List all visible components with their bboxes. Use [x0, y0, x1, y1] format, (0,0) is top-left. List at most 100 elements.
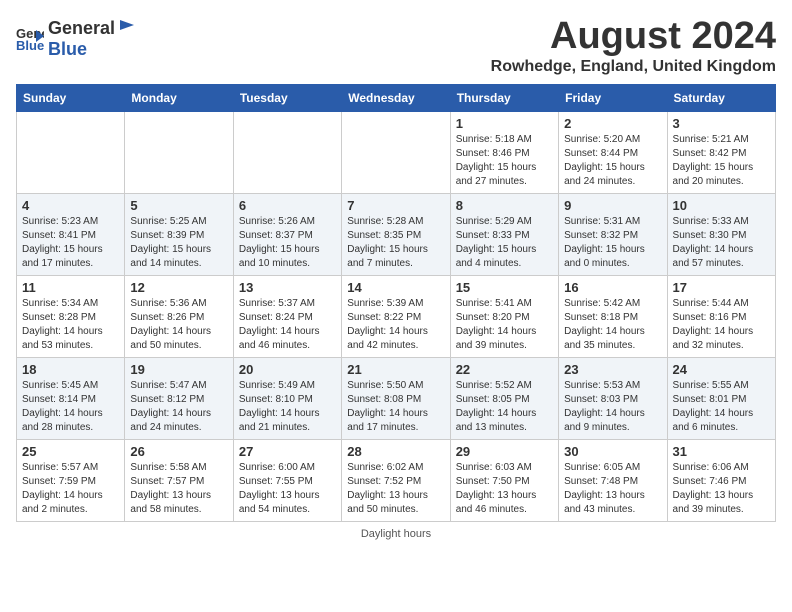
calendar-cell: 24 Sunrise: 5:55 AM Sunset: 8:01 PM Dayli…	[667, 357, 775, 439]
calendar-cell: 23 Sunrise: 5:53 AM Sunset: 8:03 PM Dayli…	[559, 357, 667, 439]
day-of-week-header: Friday	[559, 84, 667, 111]
logo-blue-text: Blue	[48, 39, 87, 59]
day-number: 11	[22, 280, 119, 295]
calendar-cell: 1 Sunrise: 5:18 AM Sunset: 8:46 PM Daylig…	[450, 111, 558, 193]
logo-icon: General Blue	[16, 24, 44, 52]
title-area: August 2024 Rowhedge, England, United Ki…	[491, 16, 776, 76]
day-number: 23	[564, 362, 661, 377]
location-title: Rowhedge, England, United Kingdom	[491, 58, 776, 76]
calendar-cell: 29Sunrise: 6:03 AM Sunset: 7:50 PM Dayli…	[450, 439, 558, 521]
day-info: Sunrise: 5:58 AM Sunset: 7:57 PM Dayligh…	[130, 461, 227, 517]
day-of-week-header: Monday	[125, 84, 233, 111]
day-number: 17	[673, 280, 770, 295]
day-number: 26	[130, 444, 227, 459]
svg-text:Blue: Blue	[16, 38, 44, 52]
day-info: Sunrise: 6:00 AM Sunset: 7:55 PM Dayligh…	[239, 461, 336, 517]
day-number: 6	[239, 198, 336, 213]
day-number: 27	[239, 444, 336, 459]
day-info: Sunrise: 5:47 AM Sunset: 8:12 PM Dayligh…	[130, 379, 227, 435]
calendar-week-row: 25 Sunrise: 5:57 AM Sunset: 7:59 PM Dayli…	[17, 439, 776, 521]
day-info: Sunrise: 5:52 AM Sunset: 8:05 PM Dayligh…	[456, 379, 553, 435]
day-info: Sunrise: 5:21 AM Sunset: 8:42 PM Dayligh…	[673, 133, 770, 189]
footer-note: Daylight hours	[16, 528, 776, 540]
logo: General Blue General Blue	[16, 16, 135, 60]
calendar-week-row: 1 Sunrise: 5:18 AM Sunset: 8:46 PM Daylig…	[17, 111, 776, 193]
calendar-cell: 30 Sunrise: 6:05 AM Sunset: 7:48 PM Dayli…	[559, 439, 667, 521]
calendar-cell: 17 Sunrise: 5:44 AM Sunset: 8:16 PM Dayli…	[667, 275, 775, 357]
day-number: 3	[673, 116, 770, 131]
calendar-table: SundayMondayTuesdayWednesdayThursdayFrid…	[16, 84, 776, 522]
calendar-cell: 12 Sunrise: 5:36 AM Sunset: 8:26 PM Dayli…	[125, 275, 233, 357]
day-number: 24	[673, 362, 770, 377]
day-of-week-header: Thursday	[450, 84, 558, 111]
calendar-cell: 6 Sunrise: 5:26 AM Sunset: 8:37 PM Daylig…	[233, 193, 341, 275]
logo-triangle-icon	[116, 16, 134, 34]
calendar-cell: 8 Sunrise: 5:29 AM Sunset: 8:33 PM Daylig…	[450, 193, 558, 275]
calendar-week-row: 18Sunrise: 5:45 AM Sunset: 8:14 PM Dayli…	[17, 357, 776, 439]
calendar-cell: 3 Sunrise: 5:21 AM Sunset: 8:42 PM Daylig…	[667, 111, 775, 193]
day-number: 8	[456, 198, 553, 213]
day-info: Sunrise: 6:06 AM Sunset: 7:46 PM Dayligh…	[673, 461, 770, 517]
day-number: 10	[673, 198, 770, 213]
calendar-cell: 7 Sunrise: 5:28 AM Sunset: 8:35 PM Daylig…	[342, 193, 450, 275]
day-number: 25	[22, 444, 119, 459]
calendar-cell: 13Sunrise: 5:37 AM Sunset: 8:24 PM Dayli…	[233, 275, 341, 357]
day-number: 15	[456, 280, 553, 295]
day-info: Sunrise: 5:34 AM Sunset: 8:28 PM Dayligh…	[22, 297, 119, 353]
day-number: 4	[22, 198, 119, 213]
day-info: Sunrise: 5:31 AM Sunset: 8:32 PM Dayligh…	[564, 215, 661, 271]
day-number: 18	[22, 362, 119, 377]
day-number: 14	[347, 280, 444, 295]
day-number: 5	[130, 198, 227, 213]
day-number: 7	[347, 198, 444, 213]
calendar-cell: 20 Sunrise: 5:49 AM Sunset: 8:10 PM Dayli…	[233, 357, 341, 439]
day-info: Sunrise: 5:41 AM Sunset: 8:20 PM Dayligh…	[456, 297, 553, 353]
day-info: Sunrise: 5:55 AM Sunset: 8:01 PM Dayligh…	[673, 379, 770, 435]
day-number: 16	[564, 280, 661, 295]
calendar-cell: 11 Sunrise: 5:34 AM Sunset: 8:28 PM Dayli…	[17, 275, 125, 357]
calendar-cell	[342, 111, 450, 193]
day-number: 22	[456, 362, 553, 377]
calendar-cell: 15 Sunrise: 5:41 AM Sunset: 8:20 PM Dayli…	[450, 275, 558, 357]
day-number: 1	[456, 116, 553, 131]
calendar-cell: 4Sunrise: 5:23 AM Sunset: 8:41 PM Daylig…	[17, 193, 125, 275]
day-of-week-header: Sunday	[17, 84, 125, 111]
day-number: 19	[130, 362, 227, 377]
calendar-cell: 26 Sunrise: 5:58 AM Sunset: 7:57 PM Dayli…	[125, 439, 233, 521]
calendar-cell	[125, 111, 233, 193]
day-info: Sunrise: 5:29 AM Sunset: 8:33 PM Dayligh…	[456, 215, 553, 271]
calendar-cell: 5Sunrise: 5:25 AM Sunset: 8:39 PM Daylig…	[125, 193, 233, 275]
calendar-cell: 10 Sunrise: 5:33 AM Sunset: 8:30 PM Dayli…	[667, 193, 775, 275]
day-number: 28	[347, 444, 444, 459]
day-info: Sunrise: 5:26 AM Sunset: 8:37 PM Dayligh…	[239, 215, 336, 271]
day-number: 30	[564, 444, 661, 459]
calendar-cell: 31Sunrise: 6:06 AM Sunset: 7:46 PM Dayli…	[667, 439, 775, 521]
day-info: Sunrise: 5:53 AM Sunset: 8:03 PM Dayligh…	[564, 379, 661, 435]
day-info: Sunrise: 5:28 AM Sunset: 8:35 PM Dayligh…	[347, 215, 444, 271]
calendar-cell: 9Sunrise: 5:31 AM Sunset: 8:32 PM Daylig…	[559, 193, 667, 275]
day-info: Sunrise: 5:44 AM Sunset: 8:16 PM Dayligh…	[673, 297, 770, 353]
day-info: Sunrise: 5:18 AM Sunset: 8:46 PM Dayligh…	[456, 133, 553, 189]
day-info: Sunrise: 5:33 AM Sunset: 8:30 PM Dayligh…	[673, 215, 770, 271]
day-number: 12	[130, 280, 227, 295]
day-info: Sunrise: 5:36 AM Sunset: 8:26 PM Dayligh…	[130, 297, 227, 353]
calendar-cell: 16Sunrise: 5:42 AM Sunset: 8:18 PM Dayli…	[559, 275, 667, 357]
day-info: Sunrise: 6:05 AM Sunset: 7:48 PM Dayligh…	[564, 461, 661, 517]
calendar-cell: 18Sunrise: 5:45 AM Sunset: 8:14 PM Dayli…	[17, 357, 125, 439]
calendar-cell: 25 Sunrise: 5:57 AM Sunset: 7:59 PM Dayli…	[17, 439, 125, 521]
calendar-week-row: 4Sunrise: 5:23 AM Sunset: 8:41 PM Daylig…	[17, 193, 776, 275]
day-of-week-header: Saturday	[667, 84, 775, 111]
day-info: Sunrise: 5:20 AM Sunset: 8:44 PM Dayligh…	[564, 133, 661, 189]
day-info: Sunrise: 5:37 AM Sunset: 8:24 PM Dayligh…	[239, 297, 336, 353]
calendar-cell: 28Sunrise: 6:02 AM Sunset: 7:52 PM Dayli…	[342, 439, 450, 521]
day-number: 20	[239, 362, 336, 377]
calendar-week-row: 11 Sunrise: 5:34 AM Sunset: 8:28 PM Dayli…	[17, 275, 776, 357]
month-title: August 2024	[491, 16, 776, 58]
day-info: Sunrise: 5:39 AM Sunset: 8:22 PM Dayligh…	[347, 297, 444, 353]
day-of-week-header: Wednesday	[342, 84, 450, 111]
day-info: Sunrise: 6:03 AM Sunset: 7:50 PM Dayligh…	[456, 461, 553, 517]
day-info: Sunrise: 5:49 AM Sunset: 8:10 PM Dayligh…	[239, 379, 336, 435]
day-info: Sunrise: 5:57 AM Sunset: 7:59 PM Dayligh…	[22, 461, 119, 517]
header: General Blue General Blue August 2024 Ro…	[16, 16, 776, 76]
calendar-header-row: SundayMondayTuesdayWednesdayThursdayFrid…	[17, 84, 776, 111]
